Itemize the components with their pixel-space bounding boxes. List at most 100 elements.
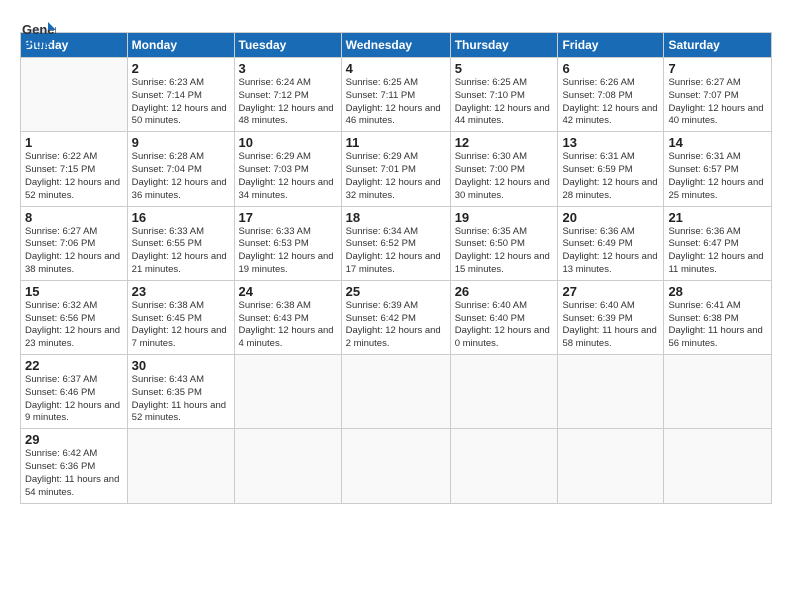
calendar-week-1: 1Sunrise: 6:22 AMSunset: 7:15 PMDaylight… — [21, 132, 772, 206]
day-number: 30 — [132, 358, 230, 373]
day-cell-9: 9Sunrise: 6:28 AMSunset: 7:04 PMDaylight… — [127, 132, 234, 206]
calendar-week-5: 29Sunrise: 6:42 AMSunset: 6:36 PMDayligh… — [21, 429, 772, 503]
day-cell-18: 18Sunrise: 6:34 AMSunset: 6:52 PMDayligh… — [341, 206, 450, 280]
col-header-friday: Friday — [558, 33, 664, 58]
day-cell-26: 26Sunrise: 6:40 AMSunset: 6:40 PMDayligh… — [450, 280, 558, 354]
day-info: Sunrise: 6:33 AMSunset: 6:53 PMDaylight:… — [239, 226, 337, 277]
day-info: Sunrise: 6:28 AMSunset: 7:04 PMDaylight:… — [132, 151, 230, 202]
day-info: Sunrise: 6:37 AMSunset: 6:46 PMDaylight:… — [25, 374, 123, 425]
day-number: 10 — [239, 135, 337, 150]
day-number: 26 — [455, 284, 554, 299]
day-cell-21: 21Sunrise: 6:36 AMSunset: 6:47 PMDayligh… — [664, 206, 772, 280]
empty-cell — [558, 355, 664, 429]
empty-cell — [341, 429, 450, 503]
day-cell-27: 27Sunrise: 6:40 AMSunset: 6:39 PMDayligh… — [558, 280, 664, 354]
day-number: 13 — [562, 135, 659, 150]
day-number: 3 — [239, 61, 337, 76]
day-number: 27 — [562, 284, 659, 299]
day-cell-17: 17Sunrise: 6:33 AMSunset: 6:53 PMDayligh… — [234, 206, 341, 280]
day-info: Sunrise: 6:35 AMSunset: 6:50 PMDaylight:… — [455, 226, 554, 277]
day-number: 4 — [346, 61, 446, 76]
empty-cell — [664, 355, 772, 429]
day-info: Sunrise: 6:25 AMSunset: 7:10 PMDaylight:… — [455, 77, 554, 128]
day-number: 2 — [132, 61, 230, 76]
day-number: 15 — [25, 284, 123, 299]
day-info: Sunrise: 6:27 AMSunset: 7:07 PMDaylight:… — [668, 77, 767, 128]
day-info: Sunrise: 6:29 AMSunset: 7:03 PMDaylight:… — [239, 151, 337, 202]
day-cell-4: 4Sunrise: 6:25 AMSunset: 7:11 PMDaylight… — [341, 58, 450, 132]
calendar-week-4: 22Sunrise: 6:37 AMSunset: 6:46 PMDayligh… — [21, 355, 772, 429]
day-number: 6 — [562, 61, 659, 76]
calendar-week-2: 8Sunrise: 6:27 AMSunset: 7:06 PMDaylight… — [21, 206, 772, 280]
day-number: 14 — [668, 135, 767, 150]
day-cell-30: 30Sunrise: 6:43 AMSunset: 6:35 PMDayligh… — [127, 355, 234, 429]
day-info: Sunrise: 6:25 AMSunset: 7:11 PMDaylight:… — [346, 77, 446, 128]
day-cell-7: 7Sunrise: 6:27 AMSunset: 7:07 PMDaylight… — [664, 58, 772, 132]
day-number: 25 — [346, 284, 446, 299]
empty-cell — [127, 429, 234, 503]
empty-cell — [558, 429, 664, 503]
svg-text:Blue: Blue — [22, 36, 50, 51]
day-info: Sunrise: 6:23 AMSunset: 7:14 PMDaylight:… — [132, 77, 230, 128]
day-info: Sunrise: 6:36 AMSunset: 6:49 PMDaylight:… — [562, 226, 659, 277]
col-header-tuesday: Tuesday — [234, 33, 341, 58]
day-info: Sunrise: 6:36 AMSunset: 6:47 PMDaylight:… — [668, 226, 767, 277]
empty-cell — [234, 355, 341, 429]
day-info: Sunrise: 6:31 AMSunset: 6:57 PMDaylight:… — [668, 151, 767, 202]
day-cell-25: 25Sunrise: 6:39 AMSunset: 6:42 PMDayligh… — [341, 280, 450, 354]
day-number: 21 — [668, 210, 767, 225]
calendar-week-0: 2Sunrise: 6:23 AMSunset: 7:14 PMDaylight… — [21, 58, 772, 132]
day-info: Sunrise: 6:38 AMSunset: 6:45 PMDaylight:… — [132, 300, 230, 351]
calendar-page: General Blue SundayMondayTuesdayWednesda… — [0, 0, 792, 514]
day-info: Sunrise: 6:43 AMSunset: 6:35 PMDaylight:… — [132, 374, 230, 425]
day-cell-24: 24Sunrise: 6:38 AMSunset: 6:43 PMDayligh… — [234, 280, 341, 354]
calendar-table: SundayMondayTuesdayWednesdayThursdayFrid… — [20, 32, 772, 504]
day-cell-16: 16Sunrise: 6:33 AMSunset: 6:55 PMDayligh… — [127, 206, 234, 280]
day-cell-20: 20Sunrise: 6:36 AMSunset: 6:49 PMDayligh… — [558, 206, 664, 280]
day-cell-15: 15Sunrise: 6:32 AMSunset: 6:56 PMDayligh… — [21, 280, 128, 354]
day-number: 5 — [455, 61, 554, 76]
col-header-saturday: Saturday — [664, 33, 772, 58]
day-number: 16 — [132, 210, 230, 225]
day-info: Sunrise: 6:39 AMSunset: 6:42 PMDaylight:… — [346, 300, 446, 351]
calendar-week-3: 15Sunrise: 6:32 AMSunset: 6:56 PMDayligh… — [21, 280, 772, 354]
day-number: 11 — [346, 135, 446, 150]
day-info: Sunrise: 6:27 AMSunset: 7:06 PMDaylight:… — [25, 226, 123, 277]
day-cell-29: 29Sunrise: 6:42 AMSunset: 6:36 PMDayligh… — [21, 429, 128, 503]
day-info: Sunrise: 6:33 AMSunset: 6:55 PMDaylight:… — [132, 226, 230, 277]
day-cell-11: 11Sunrise: 6:29 AMSunset: 7:01 PMDayligh… — [341, 132, 450, 206]
day-number: 8 — [25, 210, 123, 225]
day-cell-6: 6Sunrise: 6:26 AMSunset: 7:08 PMDaylight… — [558, 58, 664, 132]
day-cell-28: 28Sunrise: 6:41 AMSunset: 6:38 PMDayligh… — [664, 280, 772, 354]
day-number: 29 — [25, 432, 123, 447]
day-number: 1 — [25, 135, 123, 150]
col-header-monday: Monday — [127, 33, 234, 58]
day-info: Sunrise: 6:38 AMSunset: 6:43 PMDaylight:… — [239, 300, 337, 351]
day-cell-12: 12Sunrise: 6:30 AMSunset: 7:00 PMDayligh… — [450, 132, 558, 206]
day-number: 7 — [668, 61, 767, 76]
day-number: 19 — [455, 210, 554, 225]
day-info: Sunrise: 6:34 AMSunset: 6:52 PMDaylight:… — [346, 226, 446, 277]
day-cell-13: 13Sunrise: 6:31 AMSunset: 6:59 PMDayligh… — [558, 132, 664, 206]
day-info: Sunrise: 6:29 AMSunset: 7:01 PMDaylight:… — [346, 151, 446, 202]
day-cell-1: 1Sunrise: 6:22 AMSunset: 7:15 PMDaylight… — [21, 132, 128, 206]
day-info: Sunrise: 6:40 AMSunset: 6:40 PMDaylight:… — [455, 300, 554, 351]
day-number: 20 — [562, 210, 659, 225]
day-cell-8: 8Sunrise: 6:27 AMSunset: 7:06 PMDaylight… — [21, 206, 128, 280]
header: General Blue — [20, 18, 772, 22]
empty-cell — [234, 429, 341, 503]
day-info: Sunrise: 6:31 AMSunset: 6:59 PMDaylight:… — [562, 151, 659, 202]
empty-cell — [450, 355, 558, 429]
day-cell-23: 23Sunrise: 6:38 AMSunset: 6:45 PMDayligh… — [127, 280, 234, 354]
day-info: Sunrise: 6:41 AMSunset: 6:38 PMDaylight:… — [668, 300, 767, 351]
empty-cell — [21, 58, 128, 132]
day-info: Sunrise: 6:30 AMSunset: 7:00 PMDaylight:… — [455, 151, 554, 202]
day-number: 12 — [455, 135, 554, 150]
day-info: Sunrise: 6:24 AMSunset: 7:12 PMDaylight:… — [239, 77, 337, 128]
day-cell-10: 10Sunrise: 6:29 AMSunset: 7:03 PMDayligh… — [234, 132, 341, 206]
day-number: 24 — [239, 284, 337, 299]
day-number: 17 — [239, 210, 337, 225]
day-cell-22: 22Sunrise: 6:37 AMSunset: 6:46 PMDayligh… — [21, 355, 128, 429]
day-number: 9 — [132, 135, 230, 150]
header-row: SundayMondayTuesdayWednesdayThursdayFrid… — [21, 33, 772, 58]
